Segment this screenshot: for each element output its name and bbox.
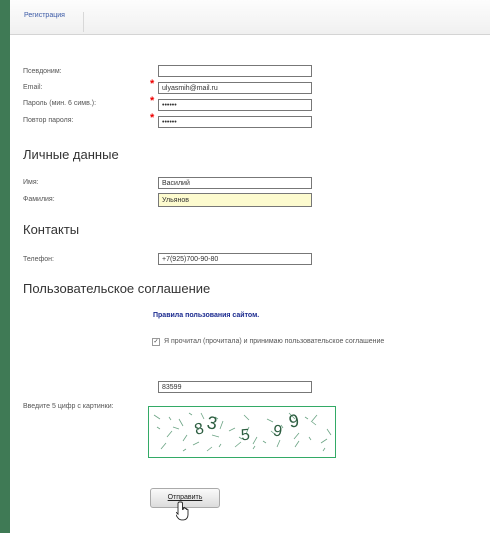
- captcha-digits-layer: 8 3 5 9 9: [149, 407, 335, 457]
- repeat-password-input[interactable]: ••••••: [158, 116, 312, 128]
- agreement-heading: Пользовательское соглашение: [23, 281, 211, 296]
- nickname-label: Псевдоним:: [23, 68, 62, 75]
- captcha-digit: 5: [240, 426, 251, 445]
- personal-heading: Личные данные: [23, 147, 119, 162]
- password-input[interactable]: ••••••: [158, 99, 312, 111]
- captcha-digit: 8: [192, 420, 206, 439]
- phone-input[interactable]: +7(925)700-90-80: [158, 253, 312, 265]
- captcha-image: 8 3 5 9 9: [148, 406, 336, 458]
- password-label: Пароль (мин. 6 симв.):: [23, 100, 97, 107]
- captcha-digit: 9: [287, 410, 301, 432]
- email-input[interactable]: ulyasmih@mail.ru: [158, 82, 312, 94]
- surname-input[interactable]: Ульянов: [158, 193, 312, 207]
- name-label: Имя:: [23, 179, 39, 186]
- tab-registration[interactable]: Регистрация: [24, 12, 84, 32]
- captcha-digit: 9: [271, 422, 284, 441]
- required-star: *: [150, 78, 155, 90]
- hand-cursor-icon: [176, 501, 189, 521]
- registration-page: Регистрация Псевдоним: Email: * ulyasmih…: [10, 0, 490, 533]
- captcha-input[interactable]: 83599: [158, 381, 312, 393]
- required-star: *: [150, 112, 155, 124]
- contacts-heading: Контакты: [23, 222, 80, 237]
- captcha-digit: 3: [205, 412, 219, 434]
- rules-link[interactable]: Правила пользования сайтом.: [153, 312, 259, 319]
- email-label: Email:: [23, 84, 43, 91]
- nickname-input[interactable]: [158, 65, 312, 77]
- accept-label: Я прочитал (прочитала) и принимаю пользо…: [164, 338, 385, 345]
- top-tab-bar: Регистрация: [10, 0, 490, 35]
- name-input[interactable]: Василий: [158, 177, 312, 189]
- repeat-password-label: Повтор пароля:: [23, 117, 74, 124]
- accept-checkbox[interactable]: ✓: [152, 338, 160, 346]
- phone-label: Телефон:: [23, 256, 54, 263]
- surname-label: Фамилия:: [23, 196, 55, 203]
- required-star: *: [150, 95, 155, 107]
- captcha-label: Введите 5 цифр с картинки:: [23, 403, 114, 410]
